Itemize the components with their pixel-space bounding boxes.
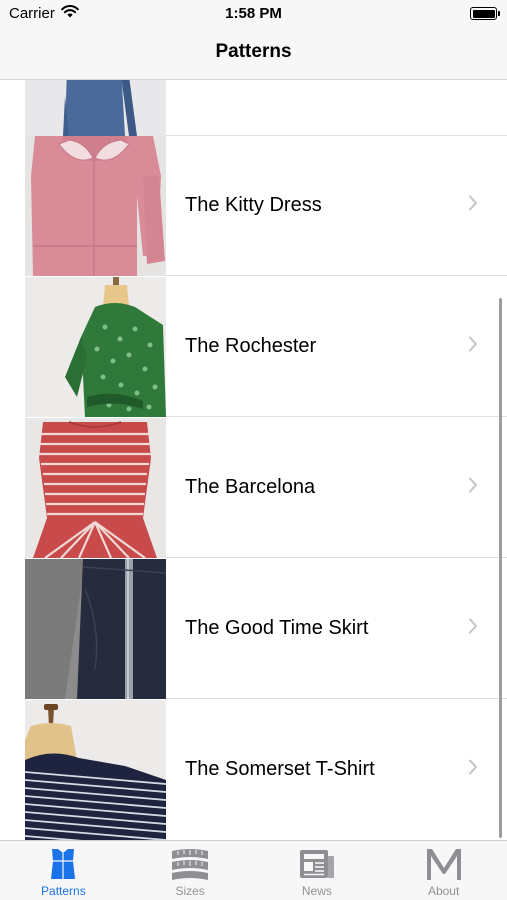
- row-separator: [166, 557, 507, 558]
- dress-form-icon: [49, 846, 77, 882]
- tab-label: Patterns: [41, 884, 86, 898]
- tab-bar: Patterns Sizes News About: [0, 840, 507, 900]
- tab-label: About: [427, 884, 460, 898]
- pattern-row-partial[interactable]: [0, 80, 507, 136]
- tab-patterns[interactable]: Patterns: [0, 841, 127, 900]
- pattern-name: The Good Time Skirt: [185, 617, 369, 639]
- blue-dress-photo: [25, 80, 166, 136]
- red-striped-top-photo: [25, 418, 166, 558]
- status-time: 1:58 PM: [225, 5, 282, 22]
- chevron-right-icon: [468, 336, 478, 357]
- newspaper-icon: [299, 846, 335, 882]
- green-blouse-photo: [25, 277, 166, 417]
- pattern-row-barcelona[interactable]: The Barcelona: [0, 418, 507, 558]
- battery-icon: [470, 7, 500, 20]
- pattern-name: The Somerset T-Shirt: [185, 758, 375, 780]
- tab-label: Sizes: [175, 884, 205, 898]
- striped-tshirt-photo: [25, 700, 166, 840]
- denim-skirt-photo: [25, 559, 166, 699]
- chevron-right-icon: [468, 618, 478, 639]
- scroll-indicator[interactable]: [499, 298, 502, 838]
- pattern-name: The Rochester: [185, 335, 317, 357]
- tab-news[interactable]: News: [254, 841, 381, 900]
- row-separator: [166, 698, 507, 699]
- tab-sizes[interactable]: Sizes: [127, 841, 254, 900]
- pattern-name: The Barcelona: [185, 476, 316, 498]
- tab-label: News: [301, 884, 332, 898]
- chevron-right-icon: [468, 759, 478, 780]
- pattern-row-rochester[interactable]: The Rochester: [0, 277, 507, 417]
- measuring-tape-icon: [170, 846, 210, 882]
- navigation-bar: Patterns: [0, 28, 507, 80]
- pink-dress-photo: [25, 136, 166, 276]
- pattern-row-somerset-tshirt[interactable]: The Somerset T-Shirt: [0, 700, 507, 840]
- row-separator: [166, 275, 507, 276]
- status-bar: Carrier 1:58 PM: [0, 0, 507, 28]
- row-separator: [166, 416, 507, 417]
- page-title: Patterns: [215, 41, 292, 62]
- chevron-right-icon: [468, 195, 478, 216]
- pattern-row-good-time-skirt[interactable]: The Good Time Skirt: [0, 559, 507, 699]
- pattern-name: The Kitty Dress: [185, 194, 322, 216]
- pattern-row-kitty-dress[interactable]: The Kitty Dress: [0, 136, 507, 276]
- chevron-right-icon: [468, 477, 478, 498]
- pattern-list[interactable]: The Kitty Dress The Rochester The Barcel…: [0, 80, 507, 840]
- tab-about[interactable]: About: [380, 841, 507, 900]
- m-logo-icon: [424, 846, 464, 882]
